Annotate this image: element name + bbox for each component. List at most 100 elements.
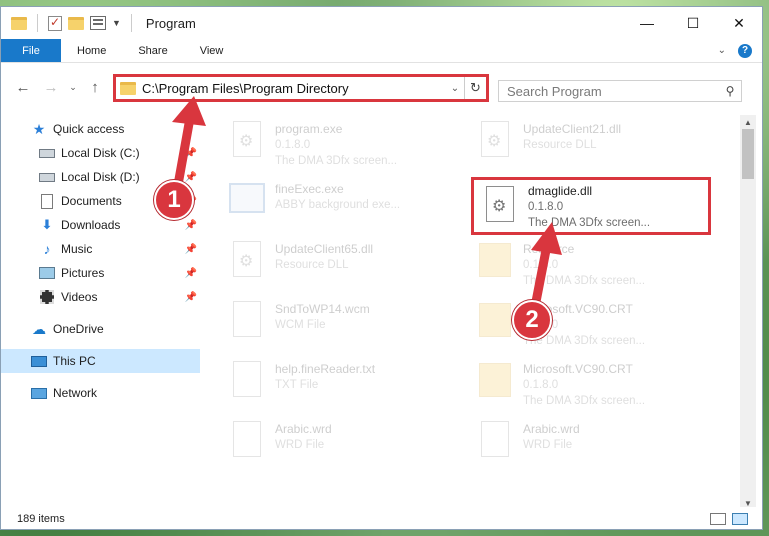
sidebar-item-pictures[interactable]: Pictures 📌 bbox=[1, 261, 205, 285]
file-tile[interactable]: Resource 0.1.8.0 The DMA 3Dfx screen... bbox=[455, 235, 701, 291]
close-button[interactable]: ✕ bbox=[716, 7, 762, 39]
file-name: Microsoft.VC90.CRT bbox=[523, 362, 633, 376]
pin-icon[interactable]: 📌 bbox=[185, 292, 197, 303]
scrollbar-thumb[interactable] bbox=[742, 129, 754, 179]
file-name: UpdateClient21.dll bbox=[523, 122, 622, 136]
file-tile[interactable]: ⚙ UpdateClient65.dll Resource DLL bbox=[207, 235, 453, 291]
quick-access-toolbar: ▼ bbox=[1, 14, 136, 32]
file-name: Arabic.wrd bbox=[275, 422, 332, 436]
file-tile[interactable]: ⚙ program.exe 0.1.8.0 The DMA 3Dfx screen.… bbox=[207, 115, 453, 171]
search-box[interactable]: ⚲ bbox=[498, 80, 742, 102]
sidebar-item-label: OneDrive bbox=[53, 322, 104, 336]
sidebar-item-label: Videos bbox=[61, 290, 98, 304]
file-detail: 0.1.8.0 bbox=[275, 139, 311, 151]
pin-icon[interactable]: 📌 bbox=[185, 172, 197, 183]
file-detail: WRD File bbox=[523, 439, 573, 451]
sidebar-item-network[interactable]: Network bbox=[1, 381, 205, 405]
blank-file-icon bbox=[233, 301, 261, 337]
vertical-scrollbar[interactable]: ▲ ▼ bbox=[740, 115, 756, 510]
tab-view[interactable]: View bbox=[184, 39, 240, 62]
gear-icon: ⚙ bbox=[492, 198, 507, 215]
file-detail: Resource DLL bbox=[275, 259, 349, 271]
address-path[interactable]: C:\Program Files\Program Directory bbox=[142, 81, 446, 96]
gear-icon: ⚙ bbox=[239, 133, 254, 150]
item-count: 189 items bbox=[17, 513, 65, 525]
pin-icon[interactable]: 📌 bbox=[185, 268, 197, 279]
properties-check-icon[interactable] bbox=[48, 15, 62, 31]
file-name: UpdateClient65.dll bbox=[275, 242, 374, 256]
sidebar-item-this-pc[interactable]: This PC bbox=[1, 349, 200, 373]
address-bar[interactable]: C:\Program Files\Program Directory ⌄ ↻ bbox=[113, 74, 489, 102]
navigation-bar: ← → ⌄ ↑ C:\Program Files\Program Directo… bbox=[1, 64, 762, 110]
expand-ribbon-icon[interactable]: ⌄ bbox=[718, 45, 726, 56]
address-dropdown-icon[interactable]: ⌄ bbox=[446, 83, 464, 94]
file-detail: The DMA 3Dfx screen... bbox=[523, 395, 646, 407]
tab-share[interactable]: Share bbox=[122, 39, 183, 62]
file-tile-dmaglide[interactable]: ⚙ dmaglide.dll 0.1.8.0 The DMA 3Dfx screen… bbox=[471, 177, 711, 235]
back-arrow-icon[interactable]: ← bbox=[9, 79, 37, 96]
callout-1: 1 bbox=[154, 180, 194, 220]
blank-file-icon bbox=[233, 361, 261, 397]
tiles-view-icon[interactable] bbox=[732, 513, 748, 525]
minimize-button[interactable]: — bbox=[624, 7, 670, 39]
downloads-icon: ⬇ bbox=[41, 217, 53, 232]
blank-file-icon bbox=[233, 421, 261, 457]
sidebar-item-quick-access[interactable]: ★ Quick access bbox=[1, 117, 205, 141]
search-input[interactable] bbox=[507, 83, 719, 99]
help-icon[interactable]: ? bbox=[738, 43, 752, 58]
sidebar-item-onedrive[interactable]: ☁ OneDrive bbox=[1, 317, 205, 341]
maximize-button[interactable]: ☐ bbox=[670, 7, 716, 39]
tab-file[interactable]: File bbox=[1, 39, 61, 62]
file-tile[interactable]: fineExec.exe ABBY background exe... bbox=[207, 175, 453, 231]
file-detail: WRD File bbox=[275, 439, 325, 451]
file-tile[interactable]: Microsoft.VC90.CRT0.1.8.0The DMA 3Dfx sc… bbox=[455, 295, 701, 351]
refresh-icon[interactable]: ↻ bbox=[464, 77, 486, 99]
file-detail: The DMA 3Dfx screen... bbox=[275, 155, 398, 167]
sidebar-item-label: Quick access bbox=[53, 122, 125, 136]
app-icon bbox=[229, 183, 265, 213]
pictures-icon bbox=[39, 267, 55, 279]
pin-icon[interactable]: 📌 bbox=[185, 244, 197, 255]
recent-locations-chevron-icon[interactable]: ⌄ bbox=[65, 82, 81, 93]
pin-icon[interactable]: 📌 bbox=[185, 220, 197, 231]
file-tile[interactable]: ⚙ UpdateClient21.dll Resource DLL bbox=[455, 115, 701, 171]
tab-home[interactable]: Home bbox=[61, 39, 122, 62]
file-detail: 0.1.8.0 bbox=[528, 201, 564, 213]
file-tile[interactable]: help.fineReader.txt TXT File bbox=[207, 355, 453, 411]
file-name: help.fineReader.txt bbox=[275, 362, 376, 376]
forward-arrow-icon[interactable]: → bbox=[37, 79, 65, 96]
up-arrow-icon[interactable]: ↑ bbox=[81, 79, 109, 96]
callout-2: 2 bbox=[512, 300, 552, 340]
file-tile[interactable]: Arabic.wrd WRD File bbox=[207, 415, 453, 471]
folder-icon bbox=[479, 303, 511, 337]
details-view-icon[interactable] bbox=[710, 513, 726, 525]
sidebar-item-label: Pictures bbox=[61, 266, 105, 280]
folder-icon bbox=[11, 16, 27, 30]
customize-icon[interactable] bbox=[90, 16, 106, 30]
file-detail: 0.1.8.0 bbox=[523, 379, 559, 391]
file-name: SndToWP14.wcm bbox=[275, 302, 370, 316]
status-bar: 189 items bbox=[1, 507, 762, 529]
sidebar-item-label: This PC bbox=[53, 354, 96, 368]
toolbar-divider bbox=[130, 14, 132, 32]
sidebar-item-local-disk-c[interactable]: Local Disk (C:) 📌 bbox=[1, 141, 205, 165]
file-name: fineExec.exe bbox=[275, 182, 344, 196]
gear-icon: ⚙ bbox=[239, 253, 254, 270]
pin-icon[interactable]: 📌 bbox=[185, 148, 197, 159]
title-bar: ▼ Program — ☐ ✕ bbox=[1, 7, 762, 39]
sidebar-item-videos[interactable]: Videos 📌 bbox=[1, 285, 205, 309]
file-tile[interactable]: SndToWP14.wcm WCM File bbox=[207, 295, 453, 351]
sidebar-item-label: Music bbox=[61, 242, 93, 256]
sidebar-item-music[interactable]: ♪ Music 📌 bbox=[1, 237, 205, 261]
drive-icon bbox=[39, 172, 55, 182]
file-tile[interactable]: Microsoft.VC90.CRT 0.1.8.0 The DMA 3Dfx sc… bbox=[455, 355, 701, 411]
scroll-up-arrow-icon[interactable]: ▲ bbox=[740, 115, 756, 129]
file-explorer-window: ▼ Program — ☐ ✕ File Home Share View ⌄ ?… bbox=[0, 6, 763, 530]
sidebar-item-label: Downloads bbox=[61, 218, 121, 232]
new-folder-icon[interactable] bbox=[68, 16, 84, 30]
sidebar-item-label: Local Disk (D:) bbox=[61, 170, 140, 184]
customize-dropdown-icon[interactable]: ▼ bbox=[112, 18, 121, 28]
search-icon[interactable]: ⚲ bbox=[719, 84, 741, 98]
file-tile[interactable]: Arabic.wrd WRD File bbox=[455, 415, 701, 471]
file-detail: 0.1.8.0 bbox=[523, 259, 559, 271]
